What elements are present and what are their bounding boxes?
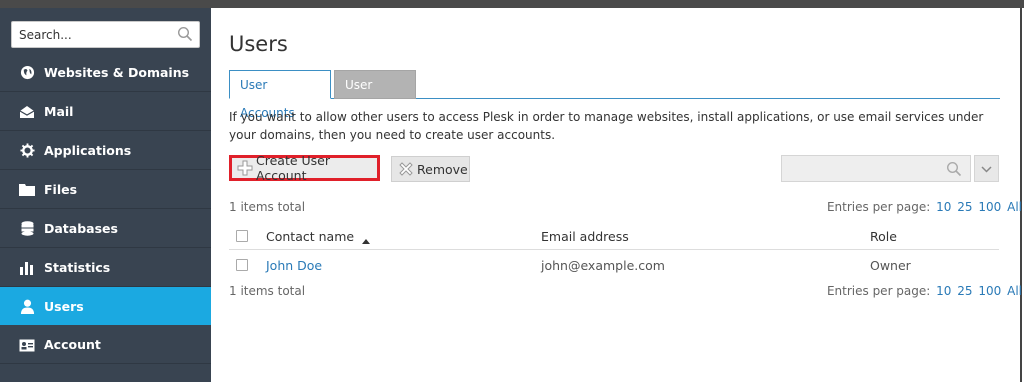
table-search[interactable] (781, 155, 971, 182)
plus-icon (237, 160, 253, 176)
sidebar-item-databases[interactable]: Databases (0, 210, 211, 248)
sidebar-item-label: Files (44, 182, 78, 197)
per-page-100[interactable]: 100 (978, 200, 1001, 214)
entries-per-page-bottom: Entries per page: 10 25 100 All (722, 284, 1022, 298)
sidebar-item-applications[interactable]: Applications (0, 132, 211, 170)
mail-icon (19, 104, 35, 120)
sidebar-item-label: Databases (44, 221, 118, 236)
items-total-top: 1 items total (229, 200, 306, 214)
sidebar-item-label: Users (44, 298, 84, 314)
sidebar-item-websites-domains[interactable]: Websites & Domains (0, 54, 211, 92)
globe-icon (19, 65, 35, 81)
items-total-bottom: 1 items total (229, 284, 306, 298)
sort-ascending-icon (361, 233, 371, 244)
entries-per-page-top: Entries per page: 10 25 100 All (722, 200, 1022, 214)
column-role[interactable]: Role (870, 229, 897, 244)
sidebar-item-files[interactable]: Files (0, 171, 211, 209)
intro-text: If you want to allow other users to acce… (229, 110, 984, 142)
column-email-address[interactable]: Email address (541, 229, 629, 244)
create-user-account-button[interactable]: Create User Account (229, 153, 380, 183)
tab-user-accounts[interactable]: User Accounts (229, 70, 331, 120)
sidebar: Websites & Domains Mail Applications Fil… (0, 8, 211, 382)
sidebar-item-account[interactable]: Account (0, 326, 211, 364)
create-user-account-label: Create User Account (256, 153, 330, 183)
contact-name-link[interactable]: John Doe (266, 258, 322, 273)
role-cell: Owner (870, 258, 911, 273)
sidebar-item-label: Mail (44, 104, 74, 119)
sidebar-search[interactable] (11, 21, 200, 48)
sidebar-item-label: Statistics (44, 260, 111, 275)
per-page-100[interactable]: 100 (978, 284, 1001, 298)
remove-label: Remove (417, 161, 468, 177)
sidebar-item-label: Websites & Domains (44, 65, 190, 80)
sidebar-search-input[interactable] (12, 22, 172, 47)
account-card-icon (19, 337, 35, 353)
per-page-all[interactable]: All (1007, 200, 1022, 214)
sidebar-item-label: Applications (44, 143, 132, 158)
sidebar-item-users[interactable]: Users (0, 287, 211, 325)
table-search-input[interactable] (782, 156, 942, 181)
sidebar-item-statistics[interactable]: Statistics (0, 249, 211, 287)
sidebar-item-mail[interactable]: Mail (0, 93, 211, 131)
per-page-10[interactable]: 10 (936, 284, 951, 298)
main-content: Users User Accounts User Roles If you wa… (211, 8, 1022, 382)
database-icon (19, 221, 35, 237)
chevron-down-icon (981, 162, 992, 176)
search-icon[interactable] (946, 161, 962, 177)
per-page-25[interactable]: 25 (957, 200, 972, 214)
tab-user-roles[interactable]: User Roles (334, 70, 416, 120)
gear-icon (19, 143, 35, 159)
email-cell: john@example.com (541, 258, 665, 273)
row-checkbox[interactable] (236, 259, 248, 271)
user-icon (19, 298, 35, 314)
per-page-25[interactable]: 25 (957, 284, 972, 298)
search-icon[interactable] (177, 26, 193, 42)
column-contact-name[interactable]: Contact name (266, 229, 371, 244)
remove-button[interactable]: Remove (391, 156, 470, 182)
table-header: Contact name Email address Role (229, 224, 999, 250)
per-page-all[interactable]: All (1007, 284, 1022, 298)
per-page-label: Entries per page: (826, 200, 931, 214)
table-row: John Doe john@example.com Owner (229, 253, 999, 279)
search-options-dropdown[interactable] (974, 155, 999, 182)
top-border (0, 0, 1024, 8)
remove-x-icon (398, 161, 414, 177)
column-label: Contact name (266, 229, 355, 244)
bar-chart-icon (19, 260, 35, 276)
select-all-checkbox[interactable] (236, 230, 248, 242)
folder-icon (19, 182, 35, 198)
per-page-label: Entries per page: (826, 284, 931, 298)
sidebar-item-label: Account (44, 337, 101, 352)
tab-bar: User Accounts User Roles (229, 70, 1000, 120)
per-page-10[interactable]: 10 (936, 200, 951, 214)
page-title: Users (229, 32, 288, 56)
